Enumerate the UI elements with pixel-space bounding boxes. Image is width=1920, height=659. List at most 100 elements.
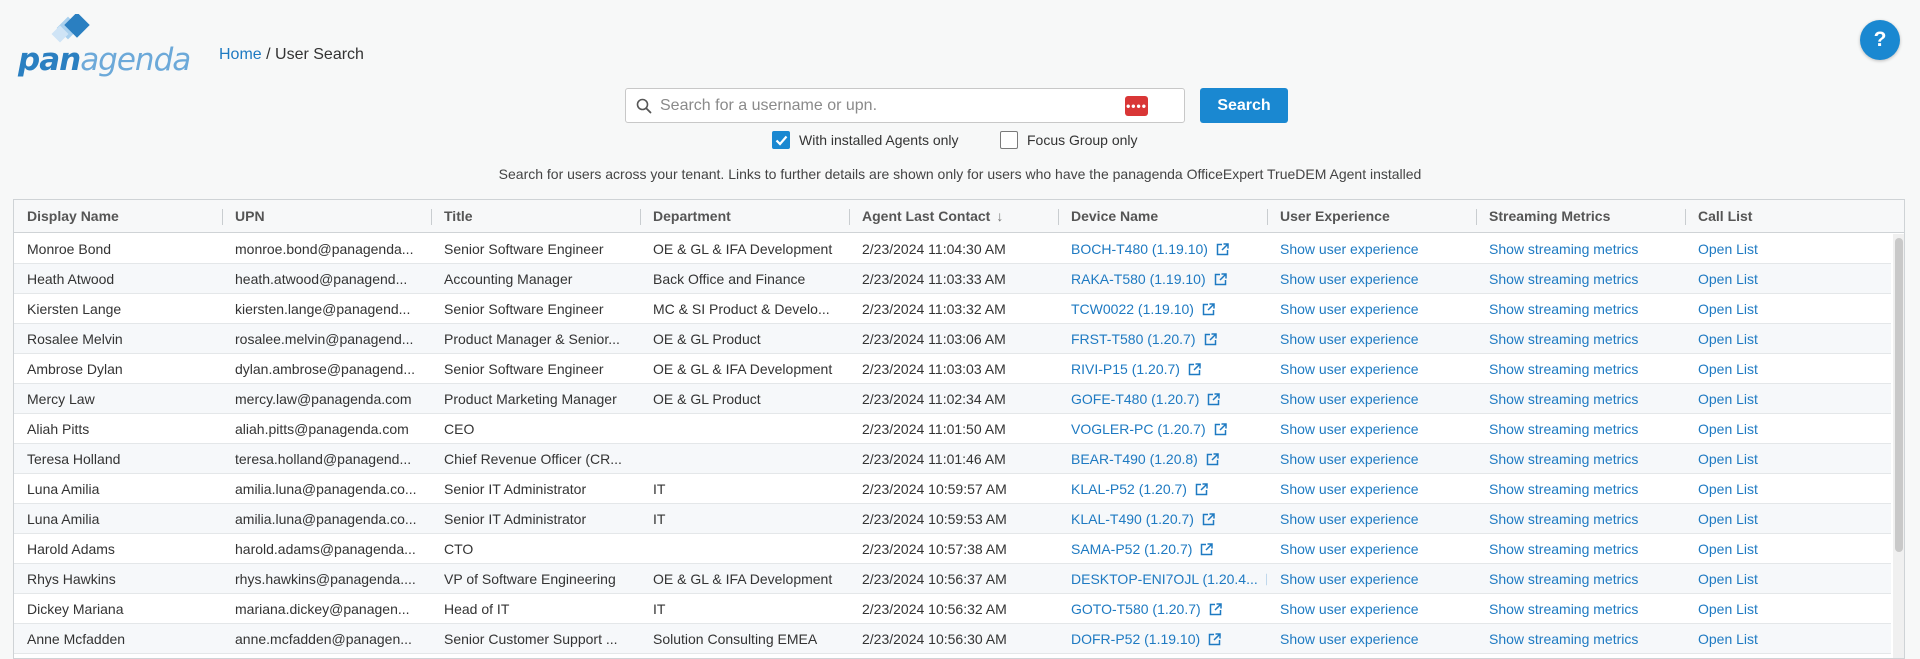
open-call-list-link[interactable]: Open List (1698, 481, 1758, 497)
show-streaming-metrics-link[interactable]: Show streaming metrics (1489, 451, 1638, 467)
show-user-experience-link[interactable]: Show user experience (1280, 451, 1419, 467)
open-call-list-link[interactable]: Open List (1698, 331, 1758, 347)
panagenda-logo[interactable]: panagenda (18, 14, 191, 78)
show-user-experience-link[interactable]: Show user experience (1280, 631, 1419, 647)
external-link-icon[interactable] (1214, 266, 1227, 294)
external-link-icon[interactable] (1206, 446, 1219, 474)
table-row[interactable]: Antonio Shawantonio.shaw@panagenda...Sen… (14, 654, 1891, 658)
open-call-list-link[interactable]: Open List (1698, 451, 1758, 467)
column-header-department[interactable]: Department (640, 200, 731, 233)
column-header-agent-last-contact[interactable]: Agent Last Contact ↓ (849, 200, 1003, 233)
device-name-link[interactable]: RIVI-P15 (1.20.7) (1071, 361, 1180, 377)
external-link-icon[interactable] (1204, 326, 1217, 354)
focus-group-only-checkbox[interactable]: Focus Group only (1000, 131, 1138, 149)
device-name-link[interactable]: RAKA-T580 (1.19.10) (1071, 271, 1206, 287)
open-call-list-link[interactable]: Open List (1698, 391, 1758, 407)
open-call-list-link[interactable]: Open List (1698, 601, 1758, 617)
device-name-link[interactable]: KLAL-P52 (1.20.7) (1071, 481, 1187, 497)
open-call-list-link[interactable]: Open List (1698, 541, 1758, 557)
show-streaming-metrics-link[interactable]: Show streaming metrics (1489, 331, 1638, 347)
installed-agents-only-checkbox[interactable]: With installed Agents only (772, 131, 959, 149)
breadcrumb-home-link[interactable]: Home (219, 46, 262, 63)
device-name-link[interactable]: GOFE-T480 (1.20.7) (1071, 391, 1199, 407)
show-streaming-metrics-link[interactable]: Show streaming metrics (1489, 601, 1638, 617)
external-link-icon[interactable] (1207, 386, 1221, 414)
show-streaming-metrics-link[interactable]: Show streaming metrics (1489, 541, 1638, 557)
device-name-link[interactable]: GOTO-T580 (1.20.7) (1071, 601, 1201, 617)
show-streaming-metrics-link[interactable]: Show streaming metrics (1489, 421, 1638, 437)
device-name-link[interactable]: SAMA-P52 (1.20.7) (1071, 541, 1192, 557)
show-user-experience-link[interactable]: Show user experience (1280, 301, 1419, 317)
device-name-link[interactable]: TCW0022 (1.19.10) (1071, 301, 1194, 317)
scrollbar-thumb[interactable] (1895, 238, 1903, 552)
external-link-icon[interactable] (1208, 626, 1221, 654)
open-call-list-link[interactable]: Open List (1698, 631, 1758, 647)
table-row[interactable]: Dickey Mariana mariana.dickey@panagen... H… (14, 594, 1891, 624)
table-row[interactable]: Heath Atwood heath.atwood@panagend... Acco… (14, 264, 1891, 294)
show-user-experience-link[interactable]: Show user experience (1280, 481, 1419, 497)
external-link-icon[interactable] (1195, 476, 1208, 504)
table-row[interactable]: Kiersten Lange kiersten.lange@panagend...… (14, 294, 1891, 324)
column-header-streaming-metrics[interactable]: Streaming Metrics (1476, 200, 1610, 233)
show-user-experience-link[interactable]: Show user experience (1280, 361, 1419, 377)
external-link-icon[interactable] (1200, 536, 1214, 564)
show-user-experience-link[interactable]: Show user experience (1280, 391, 1419, 407)
device-name-link[interactable]: VOGLER-PC (1.20.7) (1071, 421, 1206, 437)
search-box[interactable]: •••• (625, 88, 1185, 123)
open-call-list-link[interactable]: Open List (1698, 271, 1758, 287)
table-row[interactable]: Luna Amilia amilia.luna@panagenda.co... Se… (14, 474, 1891, 504)
open-call-list-link[interactable]: Open List (1698, 301, 1758, 317)
external-link-icon[interactable] (1202, 296, 1215, 324)
column-header-user-experience[interactable]: User Experience (1267, 200, 1390, 233)
table-row[interactable]: Monroe Bond monroe.bond@panagenda... Senio… (14, 234, 1891, 264)
column-header-title[interactable]: Title (431, 200, 473, 233)
device-name-link[interactable]: BEAR-T490 (1.20.8) (1071, 451, 1198, 467)
show-streaming-metrics-link[interactable]: Show streaming metrics (1489, 481, 1638, 497)
show-user-experience-link[interactable]: Show user experience (1280, 241, 1419, 257)
search-input[interactable] (658, 92, 1098, 119)
external-link-icon[interactable] (1214, 416, 1227, 444)
search-button[interactable]: Search (1200, 88, 1288, 123)
show-user-experience-link[interactable]: Show user experience (1280, 571, 1419, 587)
checkbox-checked-icon[interactable] (772, 131, 790, 149)
show-user-experience-link[interactable]: Show user experience (1280, 601, 1419, 617)
help-button[interactable]: ? (1860, 20, 1900, 60)
open-call-list-link[interactable]: Open List (1698, 241, 1758, 257)
table-row[interactable]: Teresa Holland teresa.holland@panagend...… (14, 444, 1891, 474)
table-row[interactable]: Ambrose Dylan dylan.ambrose@panagend... Se… (14, 354, 1891, 384)
table-row[interactable]: Rosalee Melvin rosalee.melvin@panagend...… (14, 324, 1891, 354)
table-row[interactable]: Harold Adams harold.adams@panagenda... CTO… (14, 534, 1891, 564)
show-streaming-metrics-link[interactable]: Show streaming metrics (1489, 571, 1638, 587)
password-manager-icon[interactable]: •••• (1125, 96, 1148, 116)
show-streaming-metrics-link[interactable]: Show streaming metrics (1489, 361, 1638, 377)
open-call-list-link[interactable]: Open List (1698, 511, 1758, 527)
show-user-experience-link[interactable]: Show user experience (1280, 421, 1419, 437)
external-link-icon[interactable] (1202, 506, 1215, 534)
device-name-link[interactable]: DESKTOP-ENI7OJL (1.20.4... (1071, 571, 1258, 587)
show-user-experience-link[interactable]: Show user experience (1280, 511, 1419, 527)
column-header-call-list[interactable]: Call List (1685, 200, 1752, 233)
column-header-device-name[interactable]: Device Name (1058, 200, 1158, 233)
show-streaming-metrics-link[interactable]: Show streaming metrics (1489, 271, 1638, 287)
open-call-list-link[interactable]: Open List (1698, 571, 1758, 587)
external-link-icon[interactable] (1188, 356, 1201, 384)
vertical-scrollbar[interactable] (1893, 234, 1904, 658)
column-header-display-name[interactable]: Display Name (14, 200, 119, 233)
show-streaming-metrics-link[interactable]: Show streaming metrics (1489, 241, 1638, 257)
show-streaming-metrics-link[interactable]: Show streaming metrics (1489, 511, 1638, 527)
device-name-link[interactable]: DOFR-P52 (1.19.10) (1071, 631, 1200, 647)
show-streaming-metrics-link[interactable]: Show streaming metrics (1489, 631, 1638, 647)
show-user-experience-link[interactable]: Show user experience (1280, 331, 1419, 347)
table-row[interactable]: Rhys Hawkins rhys.hawkins@panagenda.... VP… (14, 564, 1891, 594)
open-call-list-link[interactable]: Open List (1698, 421, 1758, 437)
device-name-link[interactable]: BOCH-T480 (1.19.10) (1071, 241, 1208, 257)
show-user-experience-link[interactable]: Show user experience (1280, 271, 1419, 287)
show-streaming-metrics-link[interactable]: Show streaming metrics (1489, 391, 1638, 407)
table-row[interactable]: Mercy Law mercy.law@panagenda.com Product … (14, 384, 1891, 414)
column-header-upn[interactable]: UPN (222, 200, 265, 233)
device-name-link[interactable]: FRST-T580 (1.20.7) (1071, 331, 1196, 347)
show-user-experience-link[interactable]: Show user experience (1280, 541, 1419, 557)
table-row[interactable]: Anne Mcfadden anne.mcfadden@panagen... Sen… (14, 624, 1891, 654)
external-link-icon[interactable] (1216, 236, 1229, 264)
open-call-list-link[interactable]: Open List (1698, 361, 1758, 377)
